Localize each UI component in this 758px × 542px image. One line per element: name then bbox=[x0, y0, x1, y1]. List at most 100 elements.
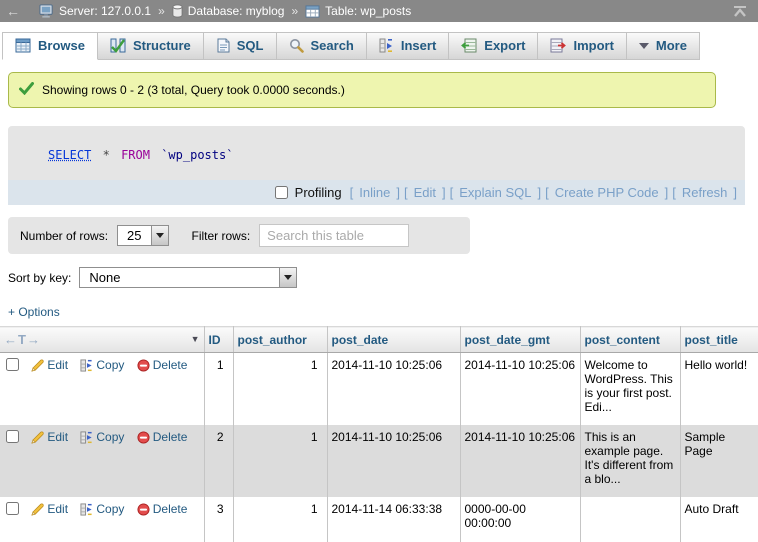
row-actions: Edit Copy Delete bbox=[0, 425, 204, 497]
cell-id: 2 bbox=[204, 425, 233, 497]
delete-row-link[interactable]: Delete bbox=[137, 358, 188, 372]
breadcrumb-separator: » bbox=[291, 4, 298, 18]
row-checkbox[interactable] bbox=[6, 430, 19, 443]
column-header-post-date[interactable]: post_date bbox=[327, 327, 460, 353]
chevron-down-icon bbox=[639, 43, 649, 49]
tab-bar: Browse Structure SQL bbox=[0, 22, 758, 60]
options-toggle-link[interactable]: + Options bbox=[8, 305, 60, 319]
column-header-post-title[interactable]: post_title bbox=[680, 327, 758, 353]
sql-keyword-select[interactable]: SELECT bbox=[48, 148, 91, 162]
tab-export[interactable]: Export bbox=[449, 32, 538, 60]
pencil-icon bbox=[31, 503, 44, 516]
column-header-post-date-gmt[interactable]: post_date_gmt bbox=[460, 327, 580, 353]
breadcrumb: ← Server: 127.0.0.1 » Database: myblog »… bbox=[0, 0, 758, 22]
move-right-icon[interactable]: → bbox=[27, 332, 41, 347]
delete-label: Delete bbox=[153, 502, 188, 516]
sort-by-key-row: Sort by key: None bbox=[8, 267, 758, 288]
create-php-code-link[interactable]: Create PHP Code bbox=[555, 185, 659, 200]
sort-dropdown-icon[interactable]: ▼ bbox=[191, 334, 200, 344]
cell-post-author: 1 bbox=[233, 425, 327, 497]
cell-post-author: 1 bbox=[233, 353, 327, 425]
table-icon bbox=[305, 5, 320, 18]
cell-id: 1 bbox=[204, 353, 233, 425]
cell-post-date-gmt: 0000-00-00 00:00:00 bbox=[460, 497, 580, 542]
back-arrow-icon[interactable]: ← bbox=[6, 3, 20, 19]
copy-row-link[interactable]: Copy bbox=[80, 430, 124, 444]
tab-browse[interactable]: Browse bbox=[2, 32, 98, 60]
refresh-link[interactable]: Refresh bbox=[682, 185, 728, 200]
cell-id: 3 bbox=[204, 497, 233, 542]
tab-label: Insert bbox=[401, 38, 436, 53]
explain-sql-link[interactable]: Explain SQL bbox=[459, 185, 531, 200]
tab-label: Search bbox=[311, 38, 354, 53]
breadcrumb-separator: » bbox=[158, 4, 165, 18]
success-message: Showing rows 0 - 2 (3 total, Query took … bbox=[8, 72, 716, 108]
select-dropdown-button[interactable] bbox=[151, 226, 168, 245]
cell-post-title: Auto Draft bbox=[680, 497, 758, 542]
sort-by-key-select[interactable]: None bbox=[79, 267, 297, 288]
tab-label: Export bbox=[484, 38, 525, 53]
tab-import[interactable]: Import bbox=[538, 32, 626, 60]
edit-row-link[interactable]: Edit bbox=[31, 358, 68, 372]
tab-insert[interactable]: Insert bbox=[367, 32, 449, 60]
breadcrumb-table[interactable]: Table: wp_posts bbox=[325, 4, 411, 18]
column-header-post-author[interactable]: post_author bbox=[233, 327, 327, 353]
query-options-bar: Profiling [ Inline ] [ Edit ] [ Explain … bbox=[8, 180, 745, 205]
delete-icon bbox=[137, 431, 150, 444]
import-icon bbox=[550, 38, 566, 53]
sql-token-star: * bbox=[103, 148, 110, 162]
delete-row-link[interactable]: Delete bbox=[137, 430, 188, 444]
breadcrumb-database[interactable]: Database: myblog bbox=[188, 4, 285, 18]
filter-rows-input[interactable] bbox=[259, 224, 409, 247]
table-row: Edit Copy Delete 3 1 2014-11-14 06:33:38… bbox=[0, 497, 758, 542]
copy-row-link[interactable]: Copy bbox=[80, 502, 124, 516]
tab-structure[interactable]: Structure bbox=[98, 32, 204, 60]
bracket: ] bbox=[665, 185, 669, 200]
cell-post-content: Welcome to WordPress. This is your first… bbox=[580, 353, 680, 425]
profiling-checkbox[interactable] bbox=[275, 186, 288, 199]
tab-sql[interactable]: SQL bbox=[204, 32, 277, 60]
delete-icon bbox=[137, 503, 150, 516]
copy-label: Copy bbox=[96, 502, 124, 516]
cell-post-date: 2014-11-10 10:25:06 bbox=[327, 425, 460, 497]
filter-rows-label: Filter rows: bbox=[192, 229, 251, 243]
number-of-rows-value: 25 bbox=[118, 228, 150, 243]
breadcrumb-server[interactable]: Server: 127.0.0.1 bbox=[59, 4, 151, 18]
select-dropdown-button[interactable] bbox=[279, 268, 296, 287]
delete-row-link[interactable]: Delete bbox=[137, 502, 188, 516]
column-header-post-content[interactable]: post_content bbox=[580, 327, 680, 353]
search-icon bbox=[289, 38, 304, 53]
column-header-id[interactable]: ID bbox=[204, 327, 233, 353]
collapse-icon[interactable] bbox=[732, 6, 748, 17]
server-icon bbox=[39, 4, 54, 18]
number-of-rows-select[interactable]: 25 bbox=[117, 225, 168, 246]
bracket: [ bbox=[404, 185, 408, 200]
edit-label: Edit bbox=[47, 430, 68, 444]
number-of-rows-label: Number of rows: bbox=[20, 229, 108, 243]
table-row: Edit Copy Delete 2 1 2014-11-10 10:25:06… bbox=[0, 425, 758, 497]
success-message-text: Showing rows 0 - 2 (3 total, Query took … bbox=[42, 83, 345, 97]
row-checkbox[interactable] bbox=[6, 358, 19, 371]
column-options-header[interactable]: ←T→ ▼ bbox=[0, 327, 204, 353]
cell-post-title: Sample Page bbox=[680, 425, 758, 497]
bracket: ] bbox=[733, 185, 737, 200]
edit-row-link[interactable]: Edit bbox=[31, 502, 68, 516]
cell-post-content: This is an example page. It's different … bbox=[580, 425, 680, 497]
bracket: [ bbox=[450, 185, 454, 200]
copy-row-link[interactable]: Copy bbox=[80, 358, 124, 372]
copy-icon bbox=[80, 431, 93, 444]
move-left-icon[interactable]: ← bbox=[4, 332, 18, 347]
edit-row-link[interactable]: Edit bbox=[31, 430, 68, 444]
inline-link[interactable]: Inline bbox=[359, 185, 390, 200]
sql-keyword-from: FROM bbox=[121, 148, 150, 162]
edit-query-link[interactable]: Edit bbox=[414, 185, 436, 200]
tab-search[interactable]: Search bbox=[277, 32, 367, 60]
cell-post-date: 2014-11-14 06:33:38 bbox=[327, 497, 460, 542]
tab-more[interactable]: More bbox=[627, 32, 700, 60]
cell-post-date-gmt: 2014-11-10 10:25:06 bbox=[460, 353, 580, 425]
sort-by-key-label: Sort by key: bbox=[8, 271, 71, 285]
copy-icon bbox=[80, 359, 93, 372]
sort-by-key-value: None bbox=[80, 270, 129, 285]
row-checkbox[interactable] bbox=[6, 502, 19, 515]
table-row: Edit Copy Delete 1 1 2014-11-10 10:25:06… bbox=[0, 353, 758, 425]
